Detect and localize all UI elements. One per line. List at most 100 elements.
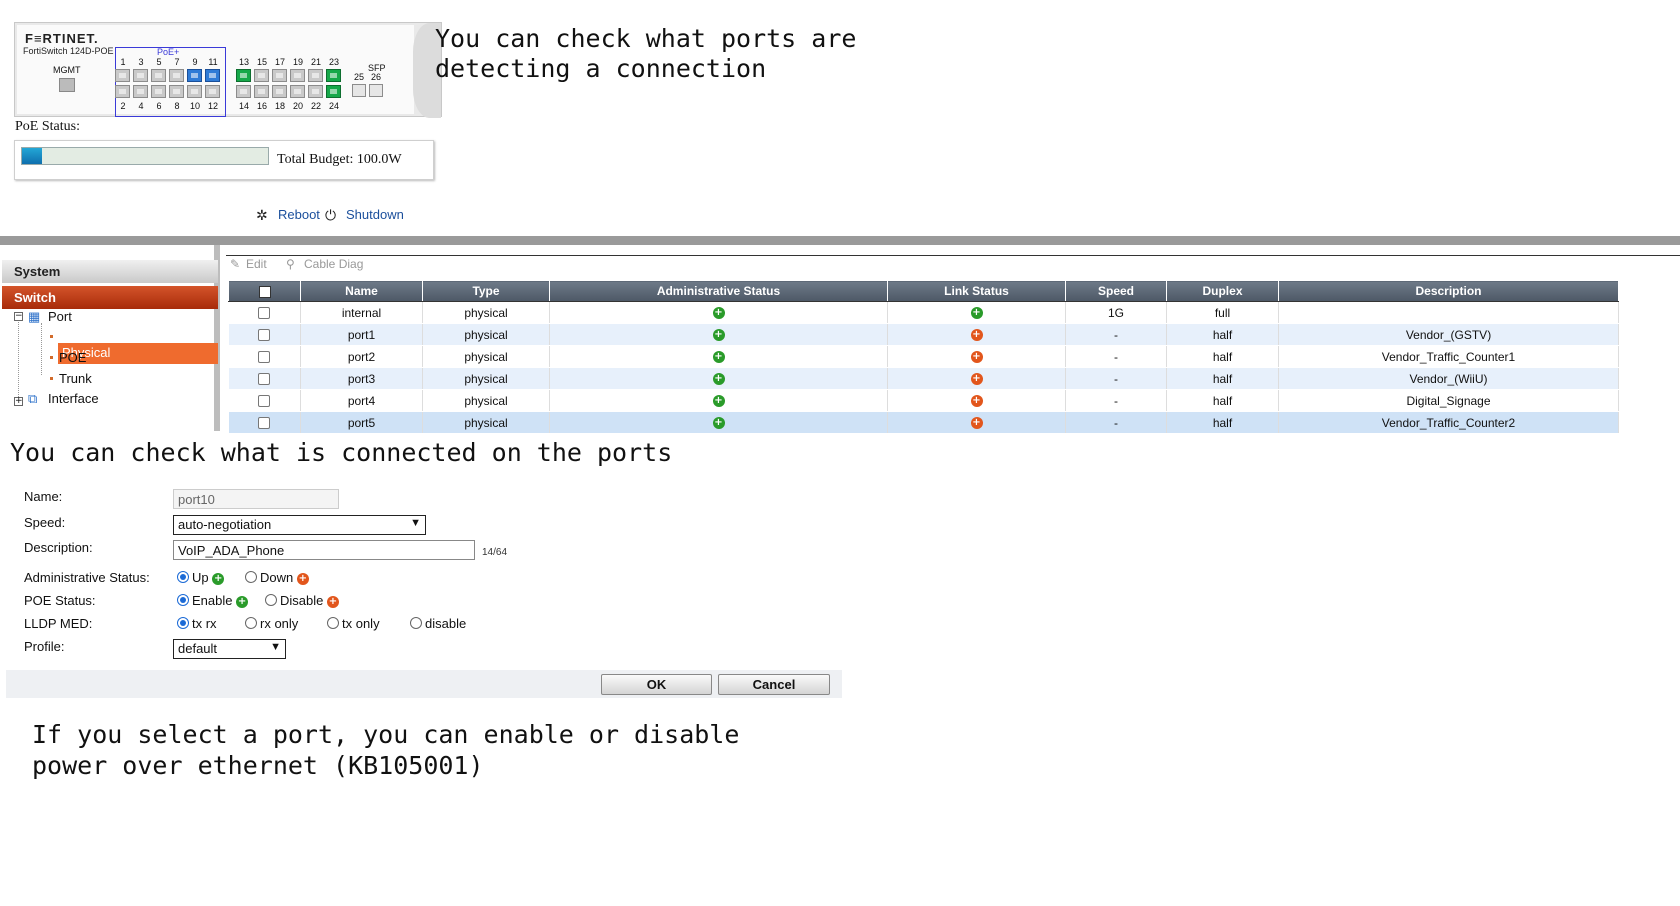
- cell-duplex: half: [1166, 389, 1279, 412]
- expand-icon[interactable]: +: [14, 397, 23, 406]
- lldp-disable-radio[interactable]: disable: [410, 616, 466, 631]
- port-number: 19: [292, 57, 303, 67]
- ok-button[interactable]: OK: [601, 674, 712, 695]
- sidebar-system[interactable]: System: [2, 260, 218, 283]
- cell-duplex: half: [1166, 367, 1279, 390]
- table-row[interactable]: internal physical + +1G full: [228, 301, 1619, 324]
- column-duplex[interactable]: Duplex: [1166, 280, 1279, 302]
- port-bottom[interactable]: [187, 85, 202, 98]
- port-bottom[interactable]: [254, 85, 269, 98]
- port-bottom[interactable]: [205, 85, 220, 98]
- poe-disable-radio[interactable]: Disable +: [265, 593, 339, 608]
- row-checkbox[interactable]: [258, 395, 271, 408]
- column-speed[interactable]: Speed: [1065, 280, 1167, 302]
- port-number: 17: [274, 57, 285, 67]
- port-bottom[interactable]: [326, 85, 341, 98]
- port-bottom[interactable]: [272, 85, 287, 98]
- tree-item-poe[interactable]: POE: [59, 350, 86, 365]
- port-number: 14: [238, 101, 249, 111]
- table-row[interactable]: port4 physical + + - half Digital_Signage: [228, 389, 1619, 412]
- row-checkbox[interactable]: [258, 417, 271, 430]
- port-top[interactable]: [187, 69, 202, 82]
- port-bottom[interactable]: [308, 85, 323, 98]
- port-number: 23: [328, 57, 339, 67]
- poe-status-panel: Total Budget: 100.0W: [14, 140, 434, 180]
- select-all-checkbox[interactable]: [258, 285, 271, 298]
- port-bottom[interactable]: [133, 85, 148, 98]
- port-bottom[interactable]: [151, 85, 166, 98]
- port-number: 7: [174, 57, 180, 67]
- caption-ports-detect: You can check what ports are detecting a…: [435, 24, 857, 83]
- edit-icon[interactable]: ✎: [230, 257, 240, 271]
- port-top[interactable]: [115, 69, 130, 82]
- collapse-icon[interactable]: −: [14, 312, 23, 321]
- table-row[interactable]: port1 physical + + - half Vendor_(GSTV): [228, 323, 1619, 346]
- port-top[interactable]: [236, 69, 251, 82]
- lldp-txonly-radio[interactable]: tx only: [327, 616, 380, 631]
- table-row[interactable]: port3 physical + + - half Vendor_(WiiU): [228, 367, 1619, 390]
- port-top[interactable]: [205, 69, 220, 82]
- tree-item-interface[interactable]: Interface: [48, 391, 99, 406]
- cable-diag-icon[interactable]: ⚲: [286, 257, 295, 271]
- port-number: 9: [192, 57, 198, 67]
- port-top[interactable]: [254, 69, 269, 82]
- power-icon[interactable]: ⏻: [325, 208, 336, 224]
- poe-enable-radio[interactable]: Enable +: [177, 593, 249, 608]
- port-bottom[interactable]: [290, 85, 305, 98]
- cell-speed: -: [1065, 323, 1167, 346]
- reboot-icon[interactable]: ✲: [256, 208, 268, 224]
- lldp-txrx-radio[interactable]: tx rx: [177, 616, 217, 631]
- cable-diag-button[interactable]: Cable Diag: [304, 257, 363, 271]
- profile-select[interactable]: default ▼: [173, 639, 286, 659]
- profile-value: default: [178, 641, 218, 656]
- name-field[interactable]: [173, 489, 339, 509]
- profile-label: Profile:: [24, 639, 65, 654]
- column-description[interactable]: Description: [1278, 280, 1619, 302]
- tree-item-trunk[interactable]: Trunk: [59, 371, 92, 386]
- description-field[interactable]: [173, 540, 475, 560]
- poe-group-label: PoE+: [157, 47, 180, 57]
- sfp-port[interactable]: [352, 84, 366, 97]
- table-row[interactable]: port5 physical + + - half Vendor_Traffic_Count…: [228, 411, 1619, 434]
- port-number: 12: [207, 101, 218, 111]
- row-checkbox[interactable]: [258, 307, 271, 320]
- speed-select[interactable]: auto-negotiation ▼: [173, 515, 426, 535]
- port-top[interactable]: [272, 69, 287, 82]
- column-link-status[interactable]: Link Status: [887, 280, 1066, 302]
- port-top[interactable]: [308, 69, 323, 82]
- admin-up-label: Up: [192, 570, 209, 585]
- cancel-button[interactable]: Cancel: [718, 674, 830, 695]
- admin-down-radio[interactable]: Down +: [245, 570, 309, 585]
- table-row[interactable]: port2 physical + + - half Vendor_Traffic_Count…: [228, 345, 1619, 368]
- port-top[interactable]: [169, 69, 184, 82]
- switch-faceplate: F≡RTINET. FortiSwitch 124D-POE MGMT PoE+…: [14, 22, 442, 118]
- column-name[interactable]: Name: [300, 280, 423, 302]
- column-admin-status[interactable]: Administrative Status: [549, 280, 888, 302]
- port-top[interactable]: [151, 69, 166, 82]
- speed-label: Speed:: [24, 515, 66, 530]
- radio-unselected-icon: [245, 571, 257, 583]
- row-checkbox[interactable]: [258, 351, 271, 364]
- sidebar-switch[interactable]: Switch: [2, 286, 218, 309]
- poe-enable-label: Enable: [192, 593, 233, 608]
- shutdown-link[interactable]: Shutdown: [346, 207, 404, 222]
- lldp-rxonly-radio[interactable]: rx only: [245, 616, 298, 631]
- row-checkbox[interactable]: [258, 373, 271, 386]
- status-up-icon: +: [712, 417, 725, 430]
- port-bottom[interactable]: [115, 85, 130, 98]
- port-top[interactable]: [290, 69, 305, 82]
- port-top[interactable]: [133, 69, 148, 82]
- port-number: 13: [238, 57, 249, 67]
- column-type[interactable]: Type: [422, 280, 550, 302]
- port-bottom[interactable]: [236, 85, 251, 98]
- reboot-link[interactable]: Reboot: [278, 207, 320, 222]
- admin-up-radio[interactable]: Up +: [177, 570, 225, 585]
- port-top[interactable]: [326, 69, 341, 82]
- port-bottom[interactable]: [169, 85, 184, 98]
- row-checkbox[interactable]: [258, 329, 271, 342]
- tree-item-port[interactable]: Port: [48, 309, 72, 324]
- edit-button[interactable]: Edit: [246, 257, 267, 271]
- mgmt-port[interactable]: [59, 78, 75, 92]
- row-select-cell: [228, 411, 301, 434]
- sfp-port[interactable]: [369, 84, 383, 97]
